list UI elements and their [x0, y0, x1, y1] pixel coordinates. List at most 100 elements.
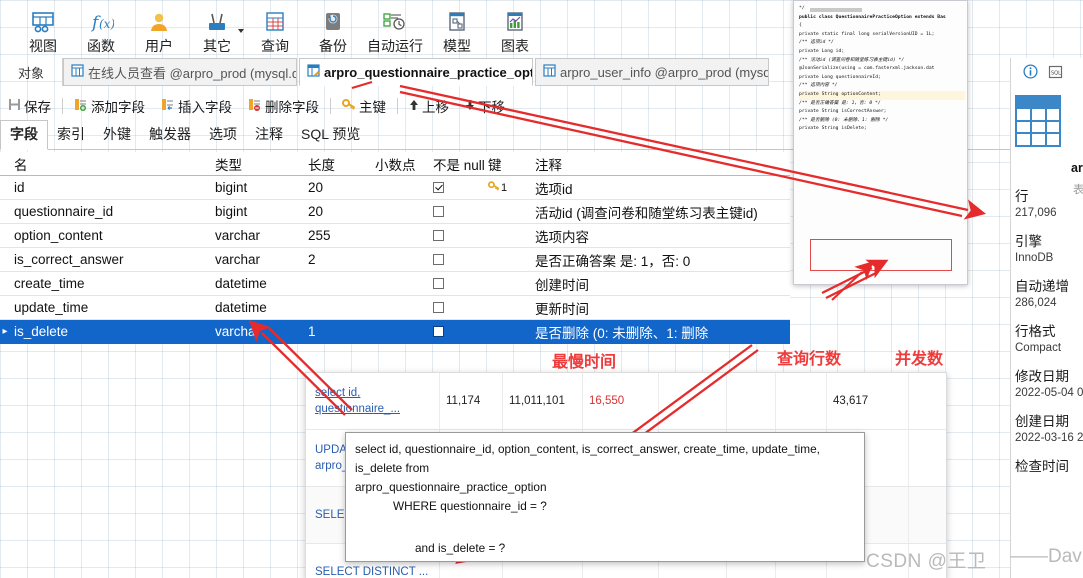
field-name[interactable]: is_delete — [10, 324, 215, 339]
tab-online-users[interactable]: 在线人员查看 @arpro_prod (mysql.d... — [63, 58, 297, 86]
table-row[interactable]: is_correct_answer varchar 2 是否正确答案 是: 1，… — [0, 248, 790, 272]
table-row[interactable]: option_content varchar 255 选项内容 — [0, 224, 790, 248]
table-row[interactable]: select id, questionnaire_... 11,174 11,0… — [306, 373, 946, 430]
field-type[interactable]: bigint — [215, 180, 308, 195]
field-type[interactable]: varchar — [215, 228, 308, 243]
query-sql-cell[interactable]: select id, questionnaire_... — [306, 385, 439, 417]
add-field-button[interactable]: 添加字段 — [66, 96, 153, 116]
toolbar-button-other[interactable]: 其它 — [188, 2, 246, 55]
table-row[interactable]: create_time datetime 创建时间 — [0, 272, 790, 296]
field-length[interactable]: 2 — [308, 252, 375, 267]
sql-panel-icon[interactable]: SQL — [1048, 65, 1063, 82]
code-line: private String optionContent; — [799, 90, 965, 100]
field-notnull-cell[interactable] — [433, 182, 488, 193]
field-length[interactable]: 20 — [308, 204, 375, 219]
table-info-sidebar: SQL ar 表 行 217,096 引擎 InnoDB 自动递增 286,02… — [1010, 58, 1083, 578]
table-row[interactable]: questionnaire_id bigint 20 活动id (调查问卷和随堂… — [0, 200, 790, 224]
subtab-sql-preview[interactable]: SQL 预览 — [292, 121, 369, 149]
code-line: private static final long serialVersionU… — [799, 31, 935, 37]
subtab-options[interactable]: 选项 — [200, 121, 246, 149]
toolbar-button-chart[interactable]: 图表 — [486, 2, 544, 55]
field-comment[interactable]: 活动id (调查问卷和随堂练习表主键id) — [535, 202, 790, 222]
view-grid-icon — [30, 7, 56, 37]
insert-field-button[interactable]: 插入字段 — [153, 96, 240, 116]
notnull-checkbox[interactable] — [433, 230, 444, 241]
field-type[interactable]: varchar — [215, 324, 308, 339]
prop-value: 2022-05-04 08 — [1015, 387, 1083, 399]
field-type[interactable]: datetime — [215, 276, 308, 291]
query-sql-line1[interactable]: SELECT DISTINCT ... — [315, 564, 430, 578]
notnull-checkbox[interactable] — [433, 326, 444, 337]
table-row-selected[interactable]: ▸ is_delete varchar 1 是否删除 (0: 未删除、1: 删除 — [0, 320, 790, 344]
objects-label[interactable]: 对象 — [0, 58, 63, 86]
tab-arpro-user-info[interactable]: arpro_user_info @arpro_prod (mysq... — [535, 58, 769, 86]
toolbar-button-query[interactable]: 查询 — [246, 2, 304, 55]
field-key-cell[interactable]: 1 — [488, 180, 535, 195]
field-notnull-cell[interactable] — [433, 206, 488, 217]
dropdown-caret-icon[interactable] — [238, 29, 244, 33]
code-line: public class QuestionnairePracticeOption… — [799, 14, 946, 20]
tab-arpro-questionnaire-practice-option[interactable]: arpro_questionnaire_practice_optio... — [299, 58, 533, 86]
subtab-triggers[interactable]: 触发器 — [140, 121, 200, 149]
toolbar-button-user[interactable]: 用户 — [130, 2, 188, 55]
field-notnull-cell[interactable] — [433, 230, 488, 241]
notnull-checkbox[interactable] — [433, 182, 444, 193]
subtab-fields[interactable]: 字段 — [0, 120, 48, 150]
code-line: private Long questionnaireId; — [799, 74, 881, 80]
watermark-text: CSDN @王卫 — [866, 551, 987, 572]
subtab-indexes[interactable]: 索引 — [48, 121, 94, 149]
query-col4 — [658, 373, 726, 429]
field-grid-header: 名 类型 长度 小数点 不是 null 键 注释 — [0, 152, 790, 176]
toolbar-button-function[interactable]: f (x) 函数 — [72, 2, 130, 55]
move-down-button[interactable]: 下移 — [457, 96, 513, 116]
toolbar-button-model[interactable]: 模型 — [428, 2, 486, 55]
query-sql-line2[interactable]: questionnaire_... — [315, 401, 430, 417]
subtab-comment[interactable]: 注释 — [246, 121, 292, 149]
field-comment[interactable]: 是否正确答案 是: 1，否: 0 — [535, 250, 790, 270]
field-length[interactable]: 20 — [308, 180, 375, 195]
subtab-foreign-keys[interactable]: 外键 — [94, 121, 140, 149]
field-type[interactable]: varchar — [215, 252, 308, 267]
field-name[interactable]: id — [10, 180, 215, 195]
field-comment[interactable]: 创建时间 — [535, 274, 790, 294]
field-name[interactable]: questionnaire_id — [10, 204, 215, 219]
prop-key: 修改日期 — [1015, 369, 1069, 384]
delete-field-button[interactable]: 删除字段 — [240, 96, 327, 116]
field-comment[interactable]: 选项id — [535, 178, 790, 198]
field-name[interactable]: is_correct_answer — [10, 252, 215, 267]
toolbar-button-backup[interactable]: 备份 — [304, 2, 362, 55]
notnull-checkbox[interactable] — [433, 254, 444, 265]
field-comment[interactable]: 更新时间 — [535, 298, 790, 318]
toolbar-label: 自动运行 — [367, 38, 423, 54]
field-notnull-cell[interactable] — [433, 302, 488, 313]
field-name[interactable]: create_time — [10, 276, 215, 291]
field-comment[interactable]: 是否删除 (0: 未删除、1: 删除 — [535, 322, 790, 342]
field-type[interactable]: datetime — [215, 300, 308, 315]
field-notnull-cell[interactable] — [433, 278, 488, 289]
primary-key-button[interactable]: 主键 — [334, 96, 394, 116]
move-up-button[interactable]: 上移 — [401, 96, 457, 116]
field-notnull-cell[interactable] — [433, 326, 488, 337]
toolbar-label: 函数 — [87, 38, 115, 54]
user-icon — [146, 7, 172, 37]
notnull-checkbox[interactable] — [433, 302, 444, 313]
field-comment[interactable]: 选项内容 — [535, 226, 790, 246]
table-row[interactable]: update_time datetime 更新时间 — [0, 296, 790, 320]
toolbar-button-automation[interactable]: 自动运行 — [362, 2, 428, 55]
field-name[interactable]: option_content — [10, 228, 215, 243]
field-length[interactable]: 1 — [308, 324, 375, 339]
table-row[interactable]: id bigint 20 1 选项id — [0, 176, 790, 200]
query-sql-line1[interactable]: select id, — [315, 385, 430, 401]
field-name[interactable]: update_time — [10, 300, 215, 315]
toolbar-button-view[interactable]: 视图 — [14, 2, 72, 55]
field-definition-grid: 名 类型 长度 小数点 不是 null 键 注释 id bigint 20 1 … — [0, 152, 790, 344]
field-length[interactable]: 255 — [308, 228, 375, 243]
notnull-checkbox[interactable] — [433, 206, 444, 217]
table-thumbnail-icon — [1015, 95, 1083, 150]
query-sql-cell[interactable]: SELECT DISTINCT ... — [306, 564, 439, 578]
notnull-checkbox[interactable] — [433, 278, 444, 289]
field-notnull-cell[interactable] — [433, 254, 488, 265]
field-type[interactable]: bigint — [215, 204, 308, 219]
save-button[interactable]: 保存 — [0, 96, 59, 116]
info-icon[interactable] — [1023, 64, 1038, 82]
